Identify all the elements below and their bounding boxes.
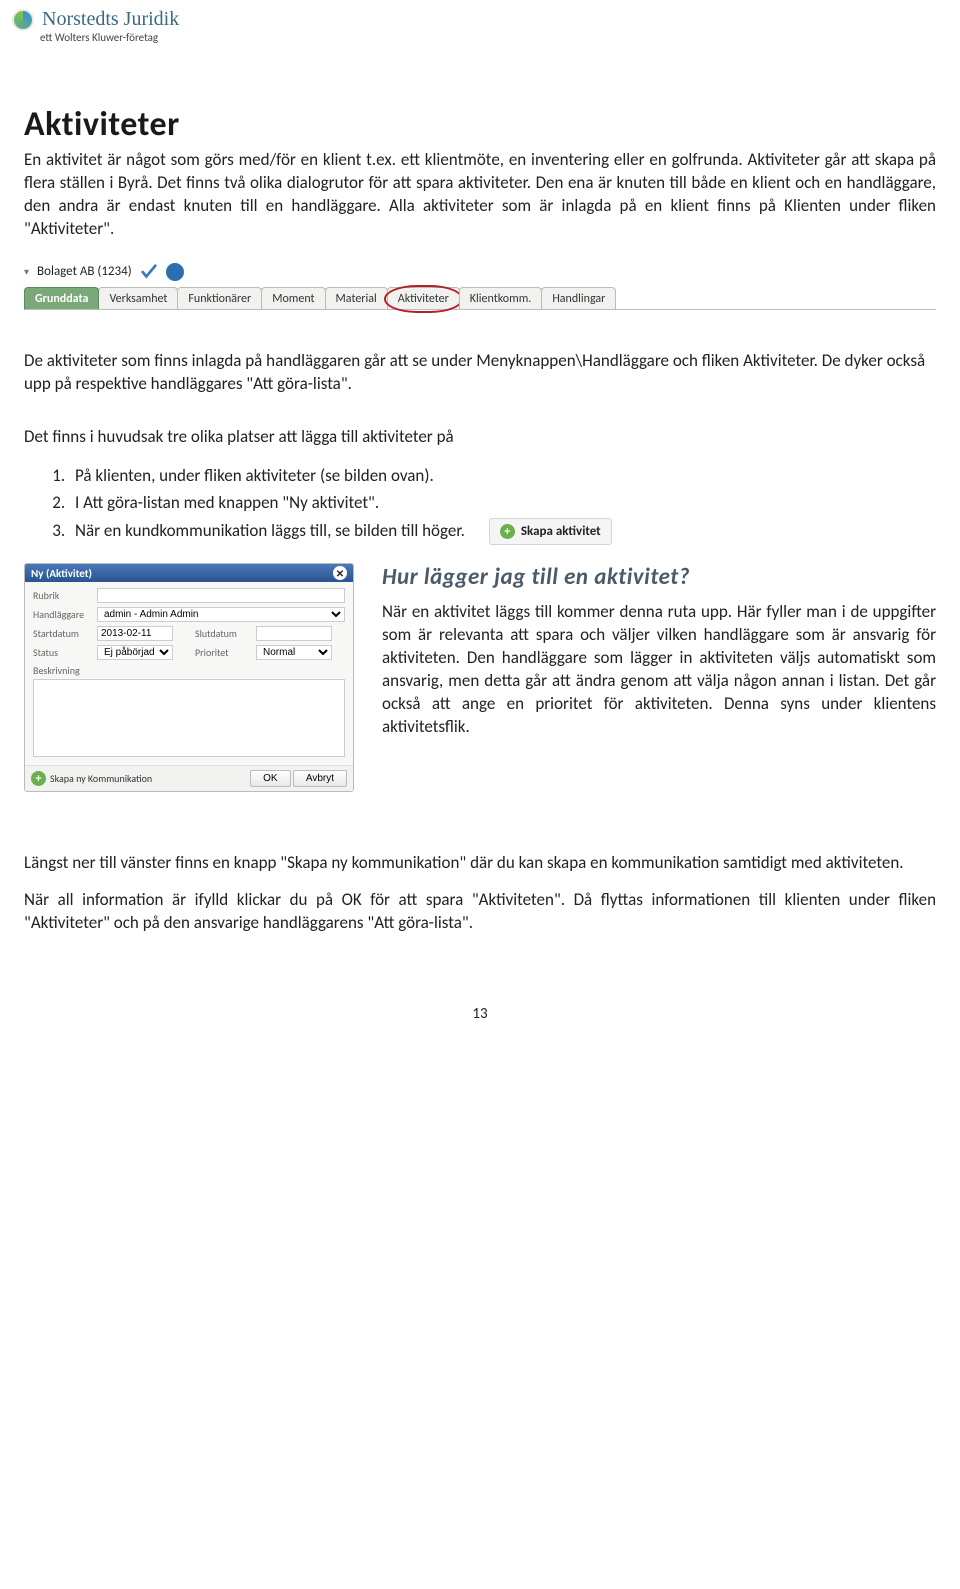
plus-icon: + [31,771,46,786]
beskrivning-textarea[interactable] [33,679,345,757]
tab-material[interactable]: Material [325,287,388,309]
list-heading: Det finns i huvudsak tre olika platser a… [24,426,936,449]
skapa-kommunikation-link[interactable]: + Skapa ny Kommunikation [31,771,152,786]
paragraph-2: De aktiviteter som finns inlagda på hand… [24,350,936,396]
skapa-aktivitet-button[interactable]: +Skapa aktivitet [489,518,612,546]
status-select[interactable]: Ej påbörjad [97,645,173,660]
list-item: När en kundkommunikation läggs till, se … [69,518,936,546]
label-rubrik: Rubrik [33,589,91,602]
logo-text: Norstedts Juridik [42,8,179,31]
label-beskrivning: Beskrivning [33,664,80,677]
cancel-button[interactable]: Avbryt [293,770,347,787]
page-number: 13 [24,1005,936,1023]
slutdatum-input[interactable] [256,626,332,641]
ok-button[interactable]: OK [250,770,290,787]
tab-aktiviteter[interactable]: Aktiviteter [387,287,460,309]
client-tabstrip-screenshot: ▾ Bolaget AB (1234) GrunddataVerksamhetF… [24,263,936,310]
brand-header: Norstedts Juridik [0,0,960,33]
howto-paragraph: När en aktivitet läggs till kommer denna… [382,601,936,739]
dropdown-icon: ▾ [24,265,29,278]
numbered-list: På klienten, under fliken aktiviteter (s… [69,463,936,546]
label-prioritet: Prioritet [195,646,250,659]
label-status: Status [33,646,91,659]
checkmark-icon [140,263,158,281]
close-icon[interactable]: ✕ [333,566,347,580]
tab-moment[interactable]: Moment [261,287,325,309]
globe-icon [166,263,184,281]
tab-grunddata[interactable]: Grunddata [24,287,99,309]
list-item: I Att göra-listan med knappen "Ny aktivi… [69,490,936,516]
paragraph-4: När all information är ifylld klickar du… [24,889,936,935]
tab-klientkomm-[interactable]: Klientkomm. [459,287,543,309]
tab-verksamhet[interactable]: Verksamhet [98,287,178,309]
label-slutdatum: Slutdatum [195,627,250,640]
client-name: Bolaget AB (1234) [37,264,132,279]
handlaggare-select[interactable]: admin - Admin Admin [97,607,345,622]
tab-funktion-rer[interactable]: Funktionärer [177,287,262,309]
plus-icon: + [500,524,515,539]
howto-heading: Hur lägger jag till en aktivitet? [382,563,936,591]
label-handlaggare: Handläggare [33,608,91,621]
list-item: På klienten, under fliken aktiviteter (s… [69,463,936,489]
startdatum-input[interactable] [97,626,173,641]
logo-icon [12,9,34,31]
page-title: Aktiviteter [24,104,936,145]
prioritet-select[interactable]: Normal [256,645,332,660]
label-startdatum: Startdatum [33,627,91,640]
logo-subtitle: ett Wolters Kluwer-företag [0,31,960,44]
intro-paragraph: En aktivitet är något som görs med/för e… [24,149,936,241]
rubrik-input[interactable] [97,588,345,603]
new-activity-dialog: Ny (Aktivitet) ✕ Rubrik Handläggare admi… [24,563,354,792]
dialog-title: Ny (Aktivitet) [31,567,92,580]
tab-handlingar[interactable]: Handlingar [541,287,616,309]
paragraph-3: Längst ner till vänster finns en knapp "… [24,852,936,875]
